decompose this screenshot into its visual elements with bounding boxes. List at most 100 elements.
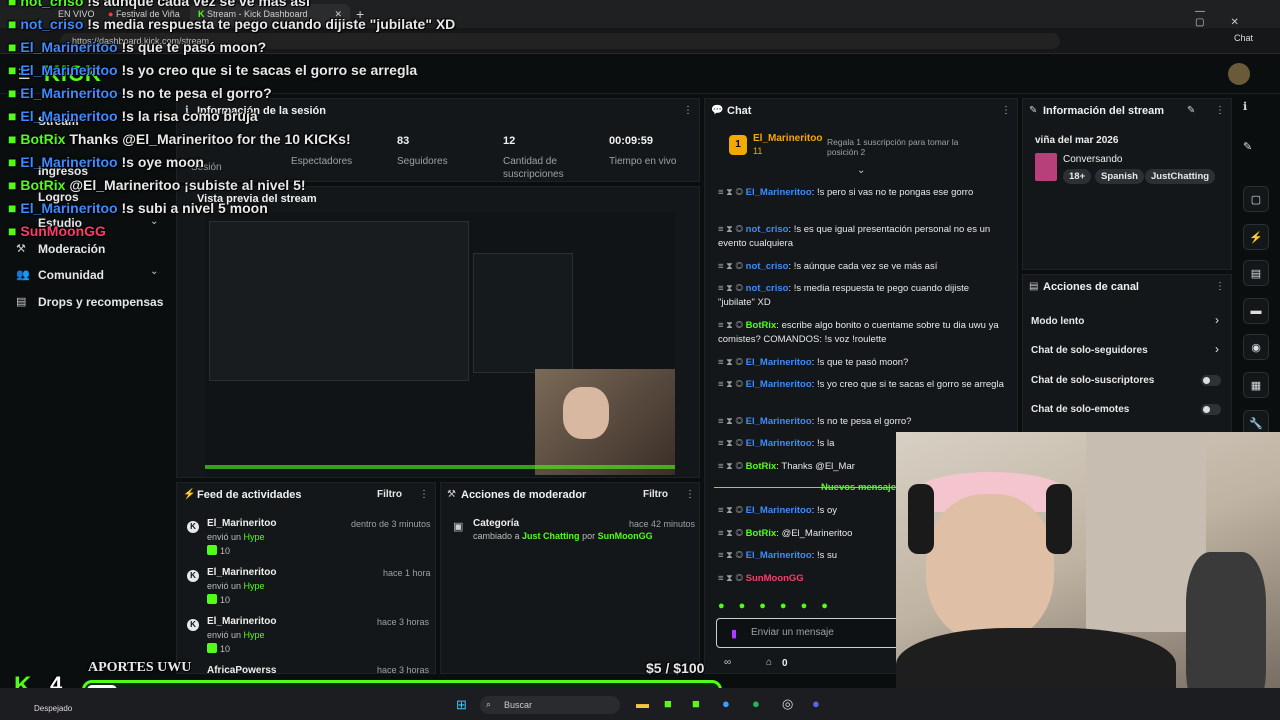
chevron-down-icon[interactable]: ⌄ <box>857 165 865 176</box>
chevron-right-icon[interactable]: › <box>1215 313 1219 327</box>
panel-title: Acciones de moderador <box>461 489 587 501</box>
list-icon[interactable]: ▤ <box>1243 260 1269 286</box>
microphone-icon[interactable]: ▮ <box>731 627 737 640</box>
avatar[interactable] <box>1228 63 1250 85</box>
tab-label: Stream - Kick Dashboard <box>207 9 308 19</box>
gift-icon: ▤ <box>16 296 27 308</box>
subscribers-only-toggle[interactable] <box>1201 375 1221 386</box>
feed-user[interactable]: El_Marineritoo <box>207 567 276 578</box>
more-options-icon[interactable]: ⋮ <box>685 489 695 500</box>
more-options-icon[interactable]: ⋮ <box>1001 105 1011 116</box>
discord-icon[interactable]: ● <box>812 696 820 711</box>
gift-sub-text[interactable]: Regala 1 suscripción para tomar la posic… <box>827 137 977 157</box>
obs-icon[interactable]: ◎ <box>782 696 793 712</box>
pencil-icon[interactable]: ✎ <box>1187 105 1195 116</box>
leaderboard-rank-icon: 1 <box>729 135 747 155</box>
sidebar: Stream Ingresos Logros Estudio ⌄ ⚒ Moder… <box>0 94 175 674</box>
sidebar-item-drops[interactable]: Drops y recompensas <box>38 295 163 309</box>
sidebar-item-logros[interactable]: Logros <box>38 190 79 204</box>
stat-label: Espectadores <box>291 156 353 167</box>
tag-chip: Spanish <box>1095 169 1144 184</box>
stat-label: Cantidad de suscripciones <box>503 156 564 180</box>
more-options-icon[interactable]: ⋮ <box>1215 281 1225 292</box>
tab-label: EN VIVO <box>58 9 95 19</box>
chat-message: ≡ ⧗ ◎ BotRix: escribe algo bonito o cuen… <box>718 320 999 345</box>
chat-icon[interactable]: ▬ <box>1243 298 1269 324</box>
folder-icon[interactable]: ▬ <box>636 696 649 711</box>
lightning-icon[interactable]: ⚡ <box>1243 224 1269 250</box>
taskbar-search[interactable]: Buscar <box>480 696 620 714</box>
moderator-actions-panel: ⚒ Acciones de moderador Filtro ⋮ ▣ Categ… <box>440 482 700 674</box>
kick-coin-icon: K <box>187 619 199 631</box>
gift-icon[interactable]: ⌂ <box>766 657 772 668</box>
stat-label: Tiempo en vivo <box>609 156 677 167</box>
tab-label: Festival de Viña <box>115 9 180 19</box>
feed-user[interactable]: El_Marineritoo <box>207 518 276 529</box>
chat-message: ≡ ⧗ ◎ not_criso: !s aúnque cada vez se v… <box>718 261 938 272</box>
emotes-only-item[interactable]: Chat de solo-emotes <box>1031 404 1129 415</box>
sidebar-item-estudio[interactable]: Estudio <box>38 216 82 230</box>
chevron-down-icon[interactable]: ⌄ <box>150 266 158 277</box>
infinity-icon[interactable]: ∞ <box>724 657 731 668</box>
windows-start-icon[interactable]: ⊞ <box>456 697 467 713</box>
slow-mode-item[interactable]: Modo lento <box>1031 316 1084 327</box>
panel-title: Vista previa del stream <box>197 193 317 205</box>
edge-icon[interactable]: ● <box>722 696 730 711</box>
weather-label[interactable]: Despejado <box>34 704 72 713</box>
emote-bar[interactable]: ●●●●●● <box>718 600 842 612</box>
close-icon[interactable]: ✕ <box>334 9 342 20</box>
chat-message: ≡ ⧗ ◎ El_Marineritoo: !s pero si vas no … <box>718 187 974 198</box>
feed-time: dentro de 3 minutos <box>351 519 431 529</box>
sidebar-item-comunidad[interactable]: Comunidad <box>38 268 104 282</box>
sidebar-item-stream[interactable]: Stream <box>38 114 79 128</box>
new-tab-button[interactable]: + <box>356 6 364 22</box>
filter-button[interactable]: Filtro <box>377 489 402 500</box>
pencil-icon[interactable]: ✎ <box>1243 140 1252 153</box>
feed-time: hace 1 hora <box>383 568 431 578</box>
more-options-icon[interactable]: ⋮ <box>683 105 693 116</box>
menu-icon[interactable]: ☰ <box>18 66 31 83</box>
window-controls[interactable]: —▢✕ <box>1195 6 1280 28</box>
chevron-down-icon[interactable]: ⌄ <box>150 216 158 227</box>
preview-nested-chat <box>473 253 573 373</box>
stream-preview-video[interactable] <box>205 213 675 477</box>
preview-nested-dashboard <box>209 221 469 381</box>
feed-action: envió un Hype <box>207 581 265 591</box>
browser-tab-active[interactable]: K Stream - Kick Dashboard ✕ <box>190 4 350 26</box>
broadcast-icon[interactable]: ◉ <box>1243 334 1269 360</box>
more-options-icon[interactable]: ⋮ <box>419 489 429 500</box>
app-icon[interactable]: ■ <box>664 696 672 711</box>
feed-user[interactable]: AfricaPowerss <box>207 665 276 676</box>
chevron-right-icon[interactable]: › <box>1215 342 1219 356</box>
pinned-user[interactable]: El_Marineritoo <box>753 133 822 144</box>
rail-button[interactable]: ▢ <box>1243 186 1269 212</box>
preview-webcam <box>535 369 675 475</box>
sidebar-item-ingresos[interactable]: Ingresos <box>38 164 88 178</box>
feed-user[interactable]: El_Marineritoo <box>207 616 276 627</box>
more-options-icon[interactable]: ⋮ <box>1215 105 1225 116</box>
followers-only-item[interactable]: Chat de solo-seguidores <box>1031 345 1148 356</box>
url-field[interactable]: https://dashboard.kick.com/stream <box>60 33 1060 49</box>
subscribers-only-item[interactable]: Chat de solo-suscriptores <box>1031 375 1154 386</box>
new-messages-label[interactable]: Nuevos mensaje <box>821 482 896 493</box>
app-icon[interactable]: ■ <box>692 696 700 711</box>
search-icon: ⌕ <box>486 699 492 709</box>
kick-logo[interactable]: KICK <box>44 61 102 87</box>
info-icon[interactable]: ℹ <box>1243 100 1247 113</box>
chat-message: ≡ ⧗ ◎ not_criso: !s es que igual present… <box>718 224 991 249</box>
emotes-only-toggle[interactable] <box>1201 404 1221 415</box>
panel-title: Acciones de canal <box>1043 281 1139 293</box>
spotify-icon[interactable]: ● <box>752 696 760 711</box>
copilot-chat-button[interactable]: Chat <box>1234 33 1274 43</box>
mod-action-label: Categoría <box>473 518 520 529</box>
chat-icon: 💬 <box>711 105 724 116</box>
filter-button[interactable]: Filtro <box>643 489 668 500</box>
session-info-panel: ℹ Información de la sesión ⋮ Espectadore… <box>176 98 700 182</box>
layout-icon[interactable]: ▦ <box>1243 372 1269 398</box>
browser-tab[interactable]: EN VIVO <box>50 4 103 26</box>
activity-feed-panel: ⚡ Feed de actividades Filtro ⋮ K El_Mari… <box>176 482 436 676</box>
aportes-label: APORTES UWU <box>88 660 192 675</box>
list-icon: ▤ <box>1029 281 1039 292</box>
browser-tab[interactable]: ● Festival de Viña <box>100 4 188 26</box>
sidebar-item-moderacion[interactable]: Moderación <box>38 242 105 256</box>
